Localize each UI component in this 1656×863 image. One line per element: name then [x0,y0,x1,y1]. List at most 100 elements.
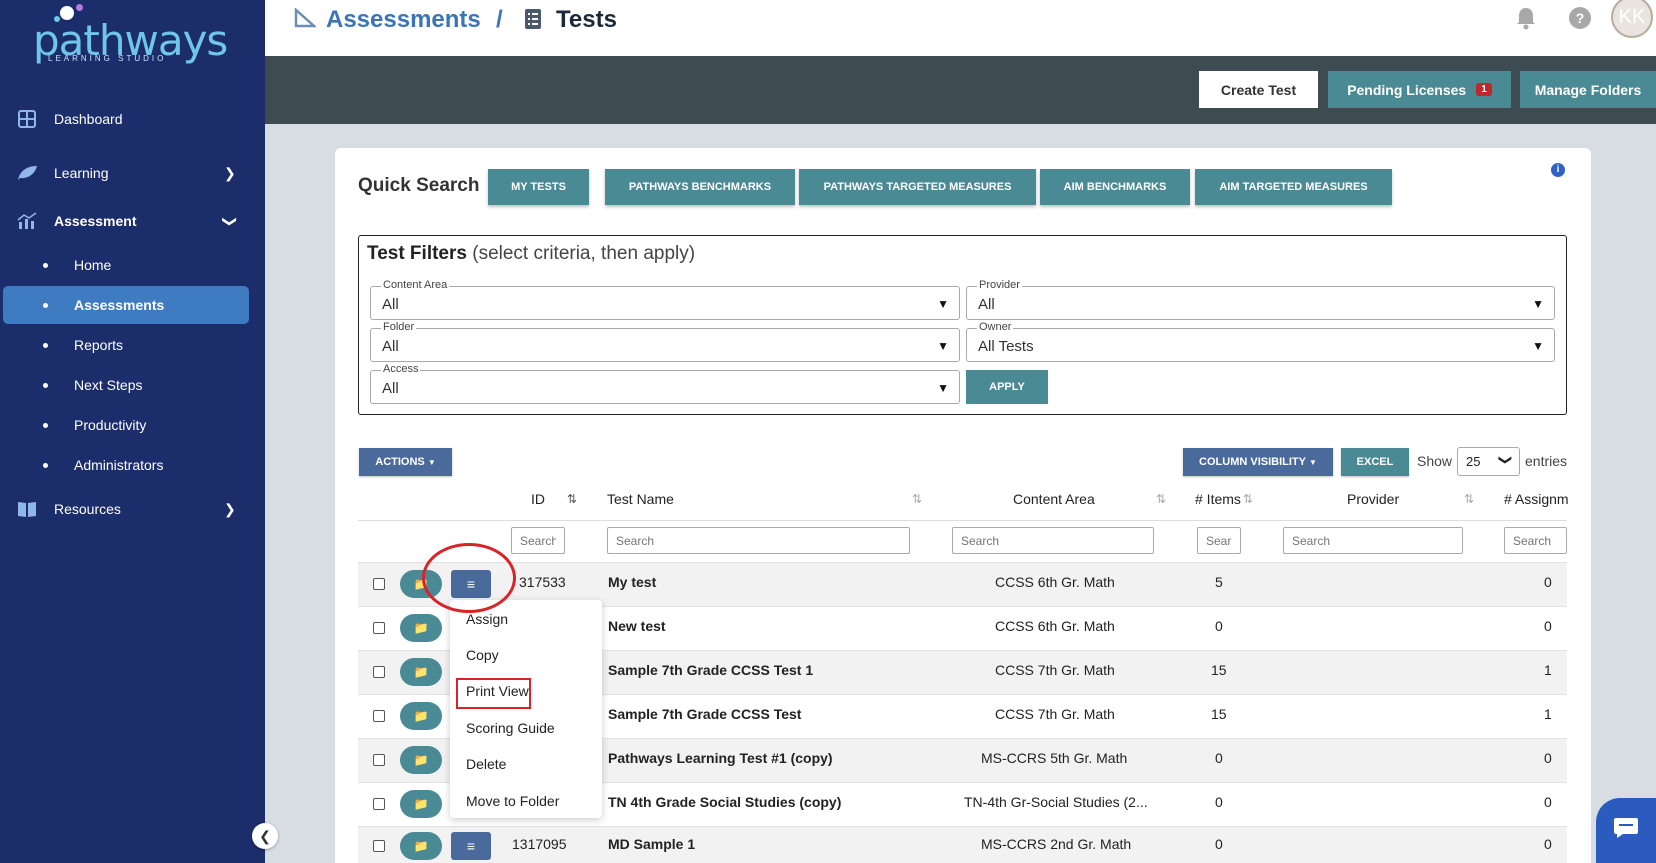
column-header-test-name[interactable]: Test Name [607,491,674,507]
cell-items: 0 [1215,794,1223,810]
row-checkbox[interactable] [373,754,385,766]
provider-search-input[interactable] [1283,527,1463,554]
chevron-down-icon: ❯ [1498,454,1514,466]
items-search-input[interactable] [1197,527,1241,554]
column-header-content-area[interactable]: Content Area [1013,491,1095,507]
column-header-assignments[interactable]: # Assignm [1504,491,1569,507]
cell-id: 317533 [519,574,566,590]
provider-select[interactable]: Provider All ▼ [966,279,1555,320]
sidebar-item-label: Assessment [54,213,137,229]
quick-search-aim-targeted[interactable]: AIM TARGETED MEASURES [1195,169,1392,205]
chat-button[interactable] [1596,798,1656,863]
folder-icon[interactable]: 📁 [400,658,442,686]
sort-icon[interactable]: ⇅ [1243,492,1253,506]
sidebar-subitem-assessments[interactable]: Assessments [3,286,249,324]
cell-test-name[interactable]: Sample 7th Grade CCSS Test [608,706,801,722]
folder-icon[interactable]: 📁 [400,702,442,730]
access-select[interactable]: Access All ▼ [370,363,960,404]
test-name-search-input[interactable] [607,527,910,554]
folder-icon[interactable]: 📁 [400,570,442,598]
cell-assignments: 0 [1544,618,1552,634]
folder-icon[interactable]: 📁 [400,832,442,860]
column-visibility-label: COLUMN VISIBILITY [1199,456,1306,468]
folder-select[interactable]: Folder All ▼ [370,321,960,362]
collapse-sidebar-button[interactable]: ❮ [252,823,278,849]
quick-search-my-tests[interactable]: MY TESTS [488,169,589,205]
content-area-value: All [382,296,399,313]
caret-down-icon: ▼ [937,297,949,311]
cell-content-area: CCSS 7th Gr. Math [995,706,1115,722]
pending-licenses-button[interactable]: Pending Licenses 1 [1328,71,1511,108]
id-search-input[interactable] [511,527,565,554]
sidebar-subitem-reports[interactable]: Reports [0,326,265,364]
cell-test-name[interactable]: Sample 7th Grade CCSS Test 1 [608,662,813,678]
entries-select[interactable]: 25 ❯ [1457,447,1520,476]
menu-item-copy[interactable]: Copy [466,647,499,663]
row-checkbox[interactable] [373,798,385,810]
manage-folders-button[interactable]: Manage Folders [1520,71,1656,108]
actions-button[interactable]: ACTIONS ▼ [359,448,452,476]
cell-test-name[interactable]: My test [608,574,656,590]
info-icon[interactable]: i [1551,163,1565,177]
assignments-search-input[interactable] [1504,527,1567,554]
quick-search-title: Quick Search [358,175,480,196]
row-menu-button[interactable]: ≡ [451,832,491,860]
cell-content-area: CCSS 6th Gr. Math [995,574,1115,590]
content-area-select[interactable]: Content Area All ▼ [370,279,960,320]
create-test-button[interactable]: Create Test [1199,71,1318,108]
column-header-provider[interactable]: Provider [1347,491,1399,507]
dashboard-icon [16,108,38,130]
row-checkbox[interactable] [373,578,385,590]
chevron-right-icon: ❯ [224,164,236,181]
column-header-id[interactable]: ID [531,491,545,507]
sidebar-item-dashboard[interactable]: Dashboard [0,99,265,139]
cell-test-name[interactable]: TN 4th Grade Social Studies (copy) [608,794,841,810]
sidebar-item-assessment[interactable]: Assessment ❯ [0,201,265,241]
sort-icon[interactable]: ⇅ [567,492,577,506]
menu-item-scoring-guide[interactable]: Scoring Guide [466,720,555,736]
column-visibility-button[interactable]: COLUMN VISIBILITY ▼ [1183,448,1333,476]
menu-item-assign[interactable]: Assign [466,611,508,627]
row-checkbox[interactable] [373,710,385,722]
pathways-logo[interactable]: pathways LEARNING STUDIO [30,4,228,65]
sidebar-item-resources[interactable]: Resources ❯ [0,489,265,529]
folder-icon[interactable]: 📁 [400,746,442,774]
help-icon[interactable]: ? [1569,7,1591,29]
sidebar-subitem-productivity[interactable]: Productivity [0,406,265,444]
cell-content-area: CCSS 7th Gr. Math [995,662,1115,678]
folder-icon[interactable]: 📁 [400,614,442,642]
sidebar-item-learning[interactable]: Learning ❯ [0,153,265,193]
folder-icon[interactable]: 📁 [400,790,442,818]
sidebar-subitem-next-steps[interactable]: Next Steps [0,366,265,404]
breadcrumb-assessments[interactable]: Assessments [326,6,481,34]
row-checkbox[interactable] [373,840,385,852]
caret-down-icon: ▼ [1309,457,1317,467]
sort-icon[interactable]: ⇅ [1464,492,1474,506]
owner-select[interactable]: Owner All Tests ▼ [966,321,1555,362]
sidebar-item-label: Dashboard [54,111,123,127]
row-checkbox[interactable] [373,666,385,678]
menu-item-delete[interactable]: Delete [466,756,506,772]
folder-value: All [382,338,399,355]
column-header-items[interactable]: # Items [1195,491,1241,507]
sort-icon[interactable]: ⇅ [1156,492,1166,506]
row-checkbox[interactable] [373,622,385,634]
cell-test-name[interactable]: MD Sample 1 [608,836,695,852]
quick-search-pathways-targeted[interactable]: PATHWAYS TARGETED MEASURES [799,169,1036,205]
sort-icon[interactable]: ⇅ [912,492,922,506]
cell-test-name[interactable]: New test [608,618,666,634]
sidebar-subitem-home[interactable]: Home [0,246,265,284]
sidebar-subitem-administrators[interactable]: Administrators [0,446,265,484]
cell-content-area: TN-4th Gr-Social Studies (2... [964,794,1148,810]
row-menu-button[interactable]: ≡ [451,570,491,598]
bell-icon[interactable] [1514,6,1538,30]
content-area-search-input[interactable] [952,527,1154,554]
apply-filters-button[interactable]: APPLY [966,370,1048,404]
excel-export-button[interactable]: EXCEL [1341,448,1409,476]
quick-search-pathways-benchmarks[interactable]: PATHWAYS BENCHMARKS [605,169,795,205]
menu-item-print-view[interactable]: Print View [466,683,529,699]
cell-items: 15 [1211,662,1227,678]
menu-item-move-to-folder[interactable]: Move to Folder [466,793,559,809]
cell-test-name[interactable]: Pathways Learning Test #1 (copy) [608,750,833,766]
quick-search-aim-benchmarks[interactable]: AIM BENCHMARKS [1040,169,1190,205]
